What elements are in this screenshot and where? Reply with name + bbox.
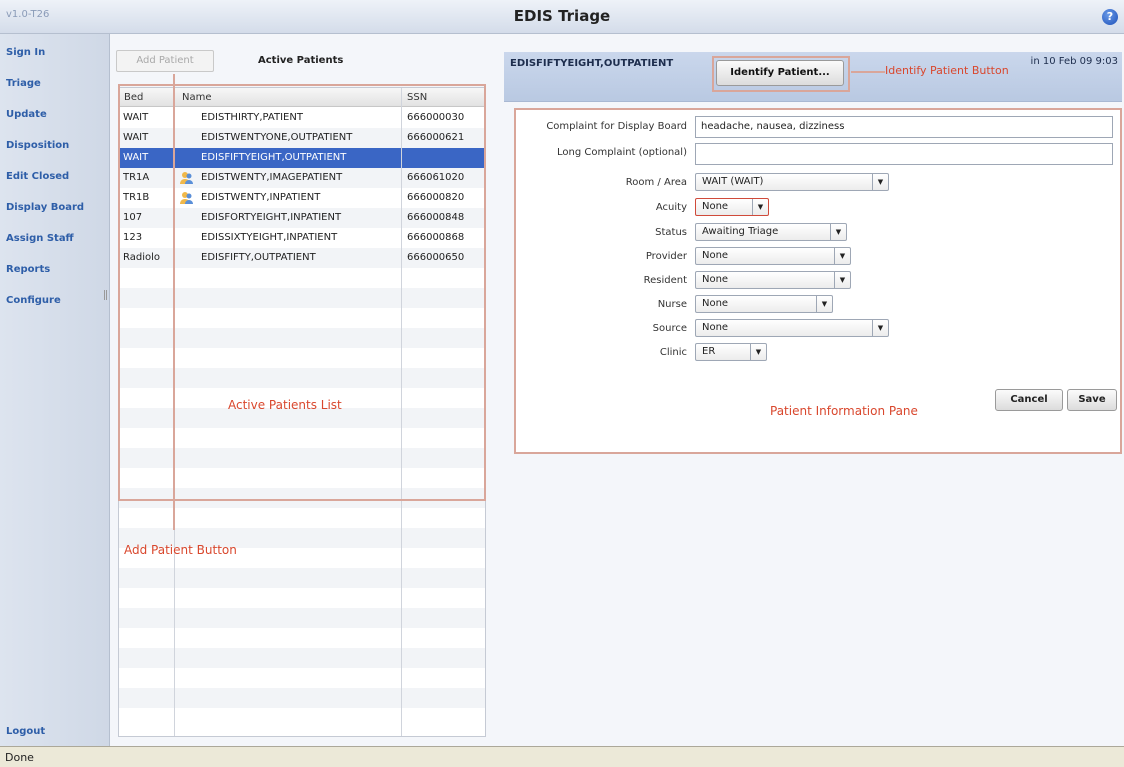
room-area-value: WAIT (WAIT) xyxy=(702,176,764,187)
chevron-down-icon: ▼ xyxy=(816,296,832,312)
column-header-ssn[interactable]: SSN xyxy=(407,92,427,103)
person-icon xyxy=(179,190,195,206)
cell-ssn: 666000650 xyxy=(407,252,465,263)
nav-item-edit-closed[interactable]: Edit Closed xyxy=(6,171,69,182)
logout-link[interactable]: Logout xyxy=(6,726,45,737)
chevron-down-icon: ▼ xyxy=(834,248,850,264)
acuity-value: None xyxy=(702,201,729,212)
nurse-value: None xyxy=(702,298,729,309)
cell-bed: Radiolo xyxy=(123,252,160,263)
nav-item-triage[interactable]: Triage xyxy=(6,78,41,89)
callout-identify-label: Identify Patient Button xyxy=(885,64,1009,77)
room-area-label: Room / Area xyxy=(625,177,687,188)
cell-name: EDISTHIRTY,PATIENT xyxy=(201,112,303,123)
cell-bed: 107 xyxy=(123,212,143,223)
cell-ssn: 666000868 xyxy=(407,232,465,243)
complaint-label: Complaint for Display Board xyxy=(546,121,687,132)
patient-header: EDISFIFTYEIGHT,OUTPATIENT in 10 Feb 09 9… xyxy=(504,52,1122,102)
cell-bed: WAIT xyxy=(123,112,149,123)
patient-information-pane: Complaint for Display Board headache, na… xyxy=(514,108,1122,454)
chevron-down-icon: ▼ xyxy=(750,344,766,360)
nav-item-configure[interactable]: Configure xyxy=(6,295,61,306)
chevron-down-icon: ▼ xyxy=(872,174,888,190)
provider-label: Provider xyxy=(645,251,687,262)
provider-value: None xyxy=(702,250,729,261)
cell-ssn: 666000621 xyxy=(407,132,465,143)
save-button[interactable]: Save xyxy=(1067,389,1117,411)
acuity-select[interactable]: None ▼ xyxy=(695,198,769,216)
app-title: EDIS Triage xyxy=(513,7,611,25)
column-divider xyxy=(401,88,402,736)
nav-item-disposition[interactable]: Disposition xyxy=(6,140,69,151)
cell-name: EDISFORTYEIGHT,INPATIENT xyxy=(201,212,342,223)
long-complaint-input[interactable] xyxy=(695,143,1113,165)
long-complaint-label: Long Complaint (optional) xyxy=(556,147,687,158)
column-header-bed[interactable]: Bed xyxy=(124,92,143,103)
sidebar-nav: Sign In Triage Update Disposition Edit C… xyxy=(0,34,110,746)
nurse-select[interactable]: None ▼ xyxy=(695,295,833,313)
identify-patient-button[interactable]: Identify Patient... xyxy=(716,60,844,86)
nav-item-sign-in[interactable]: Sign In xyxy=(6,47,45,58)
cell-name: EDISFIFTYEIGHT,OUTPATIENT xyxy=(201,152,347,163)
callout-add-patient-line xyxy=(173,74,175,530)
nav-item-assign-staff[interactable]: Assign Staff xyxy=(6,233,74,244)
clinic-value: ER xyxy=(702,346,716,357)
cell-bed: WAIT xyxy=(123,152,149,163)
cell-ssn: 666000820 xyxy=(407,192,465,203)
provider-select[interactable]: None ▼ xyxy=(695,247,851,265)
active-patients-title: Active Patients xyxy=(258,55,344,66)
resident-value: None xyxy=(702,274,729,285)
sidebar-resize-handle[interactable] xyxy=(104,290,107,300)
status-text: Done xyxy=(5,751,34,764)
source-select[interactable]: None ▼ xyxy=(695,319,889,337)
column-header-name[interactable]: Name xyxy=(182,92,212,103)
cell-bed: TR1B xyxy=(123,192,150,203)
source-label: Source xyxy=(652,323,687,334)
callout-identify-line xyxy=(851,71,885,73)
resident-label: Resident xyxy=(643,275,687,286)
complaint-input[interactable]: headache, nausea, dizziness xyxy=(695,116,1113,138)
callout-info-pane-label: Patient Information Pane xyxy=(770,404,918,418)
selected-patient-name: EDISFIFTYEIGHT,OUTPATIENT xyxy=(510,58,674,69)
resident-select[interactable]: None ▼ xyxy=(695,271,851,289)
add-patient-button[interactable]: Add Patient xyxy=(116,50,214,72)
cell-bed: 123 xyxy=(123,232,143,243)
room-area-select[interactable]: WAIT (WAIT) ▼ xyxy=(695,173,889,191)
chevron-down-icon: ▼ xyxy=(872,320,888,336)
cell-ssn: 666000030 xyxy=(407,112,465,123)
clinic-select[interactable]: ER ▼ xyxy=(695,343,767,361)
cell-name: EDISTWENTYONE,OUTPATIENT xyxy=(201,132,353,143)
cell-name: EDISTWENTY,INPATIENT xyxy=(201,192,321,203)
nav-item-reports[interactable]: Reports xyxy=(6,264,50,275)
cell-bed: WAIT xyxy=(123,132,149,143)
status-bar: Done xyxy=(0,746,1124,767)
cell-ssn: 666061020 xyxy=(407,172,465,183)
chevron-down-icon: ▼ xyxy=(752,199,768,215)
acuity-label: Acuity xyxy=(655,202,687,213)
help-icon[interactable]: ? xyxy=(1102,9,1118,25)
status-label: Status xyxy=(655,227,687,238)
cell-name: EDISFIFTY,OUTPATIENT xyxy=(201,252,316,263)
cancel-button[interactable]: Cancel xyxy=(995,389,1063,411)
cell-name: EDISSIXTYEIGHT,INPATIENT xyxy=(201,232,338,243)
callout-active-list-label: Active Patients List xyxy=(228,398,342,412)
nav-item-update[interactable]: Update xyxy=(6,109,47,120)
cell-bed: TR1A xyxy=(123,172,150,183)
arrival-date: in 10 Feb 09 9:03 xyxy=(1030,56,1118,67)
person-icon xyxy=(179,170,195,186)
callout-add-patient-label: Add Patient Button xyxy=(124,543,237,557)
chevron-down-icon: ▼ xyxy=(834,272,850,288)
chevron-down-icon: ▼ xyxy=(830,224,846,240)
status-value: Awaiting Triage xyxy=(702,226,779,237)
title-bar: v1.0-T26 EDIS Triage ? xyxy=(0,0,1124,34)
nav-item-display-board[interactable]: Display Board xyxy=(6,202,84,213)
clinic-label: Clinic xyxy=(659,347,687,358)
status-select[interactable]: Awaiting Triage ▼ xyxy=(695,223,847,241)
cell-ssn: 666000848 xyxy=(407,212,465,223)
nurse-label: Nurse xyxy=(657,299,687,310)
source-value: None xyxy=(702,322,729,333)
cell-name: EDISTWENTY,IMAGEPATIENT xyxy=(201,172,343,183)
